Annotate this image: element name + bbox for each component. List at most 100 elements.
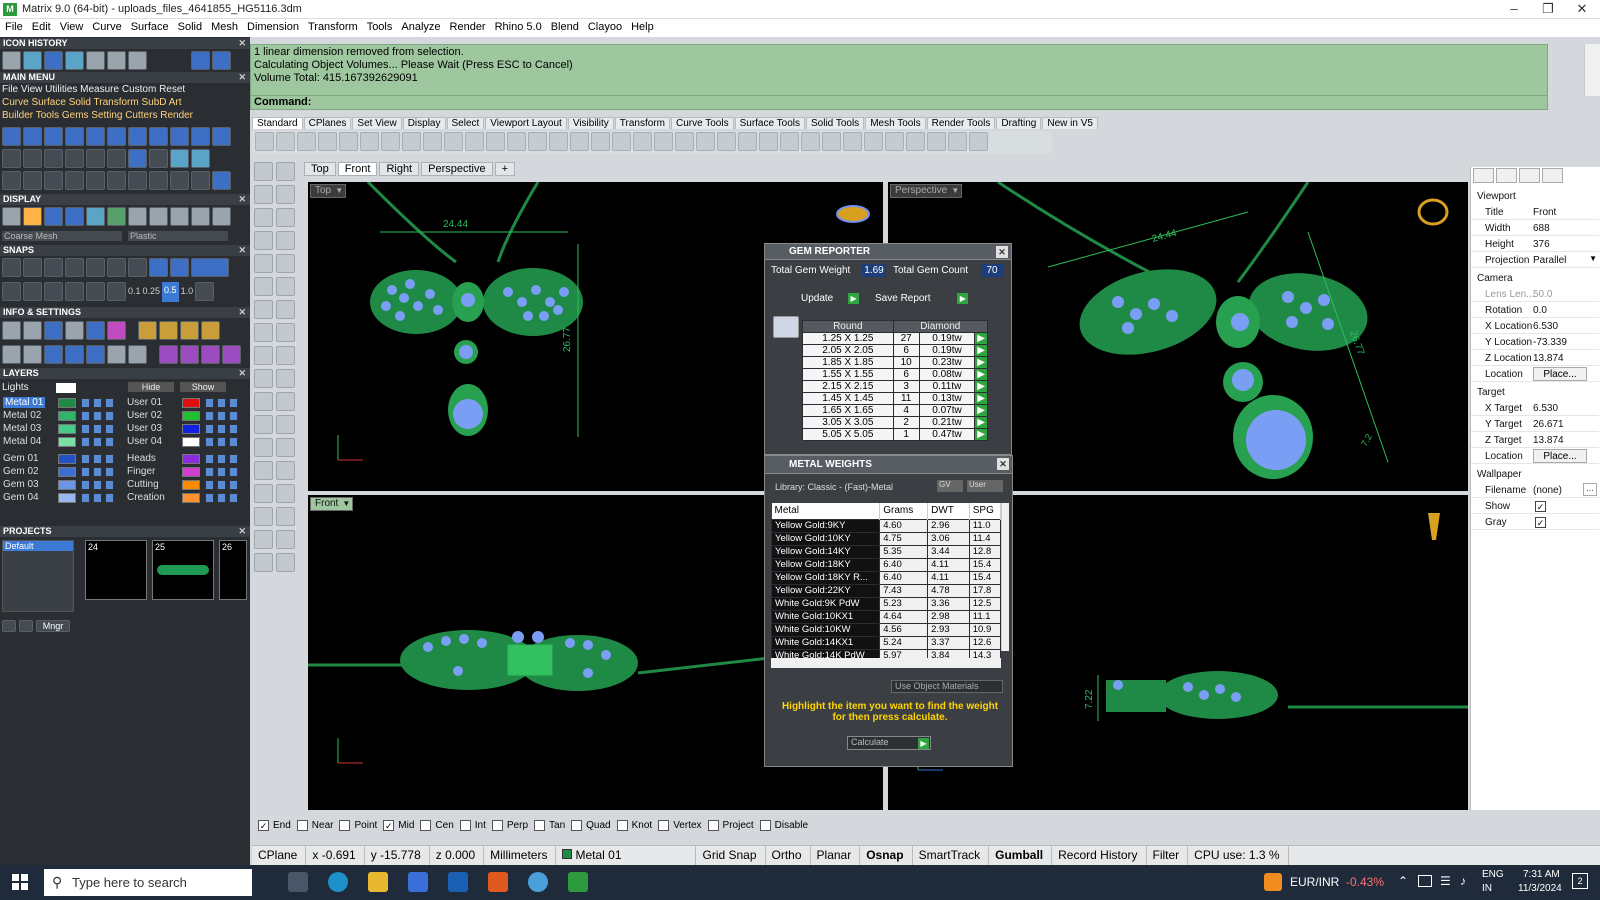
tool-icon[interactable] <box>149 127 168 146</box>
gem-row[interactable]: 1.25 X 1.25 27 0.19tw ▶ <box>802 332 988 345</box>
play-icon[interactable]: ▶ <box>974 332 988 345</box>
info-icon[interactable] <box>201 321 220 340</box>
tool-icon[interactable] <box>107 127 126 146</box>
layer-lock-icon[interactable] <box>93 424 102 434</box>
speaker-icon[interactable]: ♪ <box>1460 874 1466 888</box>
layer-visible-icon[interactable] <box>81 467 90 477</box>
show-checkbox[interactable]: ✓ <box>1535 501 1546 512</box>
layer-color-swatch[interactable] <box>58 454 76 464</box>
osnap-knot[interactable]: Knot <box>616 819 652 831</box>
layer-row[interactable]: Finger <box>126 466 246 478</box>
meet-icon[interactable] <box>1418 875 1432 887</box>
layer-render-icon[interactable] <box>229 467 238 477</box>
prop-value[interactable]: 6.530 <box>1533 403 1588 414</box>
tool-icon[interactable] <box>2 171 21 190</box>
snap-icon[interactable] <box>44 258 63 277</box>
array-icon[interactable] <box>276 415 295 434</box>
undo-icon[interactable] <box>423 132 442 151</box>
layer-render-icon[interactable] <box>229 398 238 408</box>
prop-value[interactable]: -73.339 <box>1533 337 1588 348</box>
metal-table-scrollbar[interactable] <box>1001 503 1009 651</box>
layer-lock-icon[interactable] <box>93 493 102 503</box>
layer-color-swatch[interactable] <box>58 398 76 408</box>
snap-icon[interactable] <box>170 258 189 277</box>
save-icon[interactable] <box>297 132 316 151</box>
project-thumbnail[interactable]: 24 <box>85 540 147 600</box>
use-object-materials-toggle[interactable]: Use Object Materials <box>891 680 1003 693</box>
metal-row[interactable]: Yellow Gold:22KY 7.43 4.78 17.8 <box>770 583 1002 598</box>
help-icon[interactable] <box>1542 168 1563 183</box>
layer-lock-icon[interactable] <box>217 437 226 447</box>
osnap-project[interactable]: Project <box>707 819 754 831</box>
tool-icon[interactable] <box>44 171 63 190</box>
display-mode-icon[interactable] <box>65 207 84 226</box>
tool-icon[interactable] <box>191 149 210 168</box>
layer-row[interactable]: Gem 01 <box>2 453 122 465</box>
history-tool-icon[interactable] <box>2 51 21 70</box>
menu-mesh[interactable]: Mesh <box>206 19 242 33</box>
info-icon[interactable] <box>159 321 178 340</box>
layer-color-swatch[interactable] <box>58 480 76 490</box>
layer-visible-icon[interactable] <box>81 411 90 421</box>
car-icon[interactable] <box>612 132 631 151</box>
snap-icon[interactable] <box>128 258 147 277</box>
close-button[interactable]: ✕ <box>1565 0 1599 19</box>
info-icon[interactable] <box>201 345 220 364</box>
snap-value[interactable]: 0.25 <box>143 282 161 302</box>
tool-icon[interactable] <box>128 171 147 190</box>
tool-icon[interactable] <box>191 127 210 146</box>
current-layer[interactable]: Metal 01 <box>556 846 697 865</box>
info-icon[interactable] <box>44 321 63 340</box>
layer-color-swatch[interactable] <box>182 480 200 490</box>
close-icon[interactable]: ✕ <box>238 307 246 318</box>
toolbar-tab[interactable]: Solid Tools <box>806 117 865 129</box>
info-icon[interactable] <box>65 321 84 340</box>
prop-value[interactable]: 13.874 <box>1533 353 1588 364</box>
metal-row[interactable]: White Gold:9K PdW 5.23 3.36 12.5 <box>770 596 1002 611</box>
tab-right[interactable]: Right <box>379 162 420 176</box>
play-icon[interactable]: ▶ <box>974 392 988 405</box>
layer-color-swatch[interactable] <box>182 467 200 477</box>
snap-icon[interactable] <box>86 258 105 277</box>
snap-icon[interactable] <box>149 258 168 277</box>
tool-icon[interactable] <box>212 171 231 190</box>
display-mode-icon[interactable] <box>107 207 126 226</box>
play-icon[interactable]: ▶ <box>974 404 988 417</box>
cplane-icon[interactable] <box>675 132 694 151</box>
zoom-extents-icon[interactable] <box>528 132 547 151</box>
close-icon[interactable]: ✕ <box>996 246 1008 258</box>
restore-button[interactable]: ❐ <box>1531 0 1565 19</box>
gumball-toggle[interactable]: Gumball <box>989 846 1053 865</box>
task-view-icon[interactable] <box>288 872 308 892</box>
snap-value-selected[interactable]: 0.5 <box>162 282 179 302</box>
layer-color-swatch[interactable] <box>58 437 76 447</box>
history-tool-icon[interactable] <box>65 51 84 70</box>
sphere-icon[interactable] <box>128 207 147 226</box>
polyline-icon[interactable] <box>276 185 295 204</box>
tool-icon[interactable] <box>86 171 105 190</box>
scale-icon[interactable] <box>276 392 295 411</box>
layer-render-icon[interactable] <box>105 437 114 447</box>
calculate-button[interactable]: Calculate ▶ <box>847 736 931 750</box>
import-icon[interactable] <box>339 132 358 151</box>
info-icon[interactable] <box>180 345 199 364</box>
checkbox[interactable] <box>459 819 471 831</box>
tool-icon[interactable] <box>65 149 84 168</box>
user-toggle[interactable]: User <box>967 480 1003 492</box>
command-prompt[interactable]: Command: <box>250 95 1548 110</box>
toolbar-tab[interactable]: Drafting <box>996 117 1042 129</box>
currency-pair[interactable]: EUR/INR <box>1290 875 1339 889</box>
zoom-selected-icon[interactable] <box>549 132 568 151</box>
osnap-perp[interactable]: Perp <box>491 819 528 831</box>
settings-icon[interactable] <box>885 132 904 151</box>
osnap-disable[interactable]: Disable <box>759 819 808 831</box>
info-icon[interactable] <box>107 321 126 340</box>
info-icon[interactable] <box>222 345 241 364</box>
checkbox[interactable]: ✓ <box>258 819 269 831</box>
toolbar-tab[interactable]: CPlanes <box>303 117 352 129</box>
layer-lock-icon[interactable] <box>93 454 102 464</box>
layer-visible-icon[interactable] <box>205 493 214 503</box>
tool-icon[interactable] <box>2 149 21 168</box>
layer-icon[interactable] <box>738 132 757 151</box>
file-explorer-icon[interactable] <box>368 872 388 892</box>
